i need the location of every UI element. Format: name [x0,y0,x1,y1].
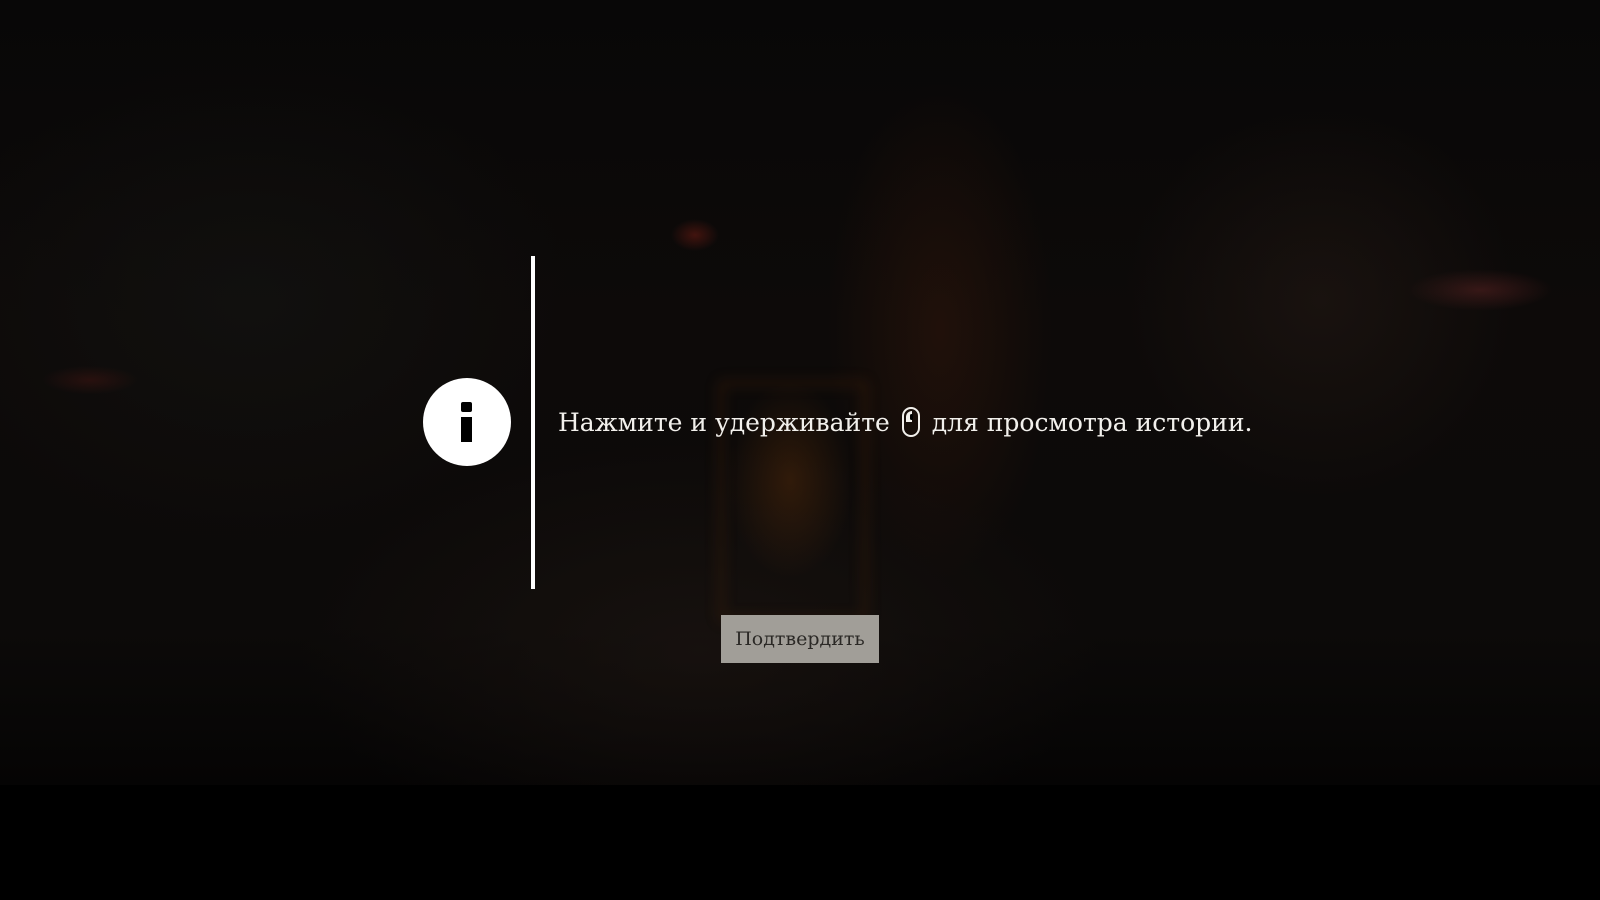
mouse-left-button-icon [901,407,920,437]
info-icon-stem [461,417,472,442]
dialog-divider [531,256,535,589]
bottom-letterbox [0,785,1600,900]
background-scene [0,0,1600,785]
info-icon-dot [461,402,472,412]
message-text-after: для просмотра истории. [931,408,1253,437]
mouse-wheel [909,414,913,420]
info-icon [423,378,511,466]
confirm-button[interactable]: Подтвердить [721,615,879,663]
game-screen: Нажмите и удерживайте для просмотра исто… [0,0,1600,900]
message-text-before: Нажмите и удерживайте [558,408,890,437]
tutorial-message: Нажмите и удерживайте для просмотра исто… [558,401,1258,445]
